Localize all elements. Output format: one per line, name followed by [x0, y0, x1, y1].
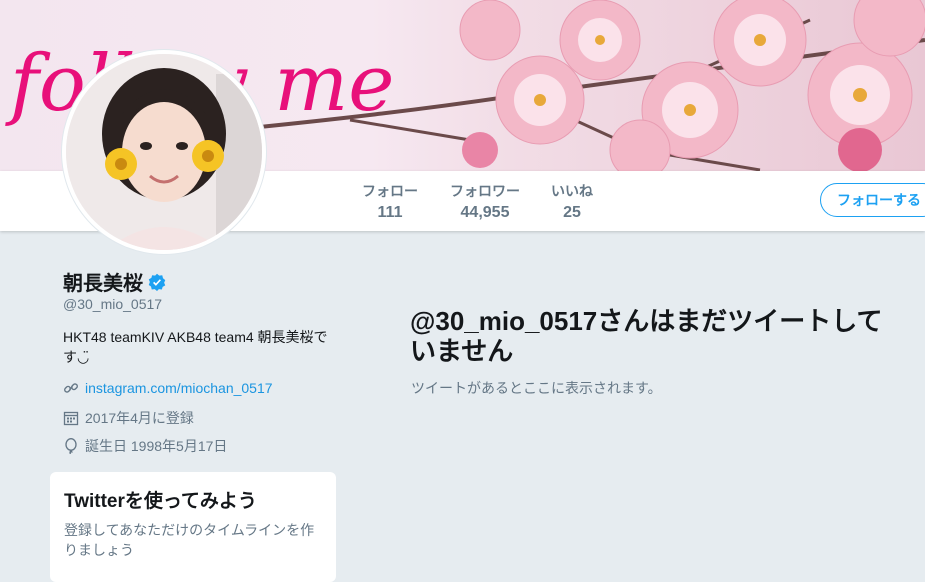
empty-timeline-title: @30_mio_0517さんはまだツイートしていません: [410, 306, 883, 366]
profile-birthday: 誕生日 1998年5月17日: [85, 438, 228, 454]
profile-name-row: 朝長美桜: [63, 267, 166, 296]
avatar[interactable]: [62, 50, 266, 254]
profile-handle: @30_mio_0517: [63, 296, 163, 312]
profile-bio: HKT48 teamKIV AKB48 team4 朝長美桜です◡̈: [63, 329, 328, 365]
balloon-icon: [65, 438, 77, 454]
profile-joined: 2017年4月に登録: [85, 410, 194, 426]
signup-card: Twitterを使ってみよう 登録してあなただけのタイムラインを作りましょう: [50, 472, 336, 582]
stat-following-value: 111: [377, 204, 403, 221]
profile-name: 朝長美桜: [63, 273, 143, 295]
profile-joined-row: 2017年4月に登録: [63, 408, 194, 428]
signup-card-title: Twitterを使ってみよう: [64, 491, 257, 512]
signup-card-text: 登録してあなただけのタイムラインを作りましょう: [64, 522, 315, 558]
link-icon: [64, 383, 78, 393]
calendar-icon: [63, 411, 79, 426]
follow-button[interactable]: フォローする: [820, 183, 925, 217]
avatar-photo: [66, 54, 262, 250]
stat-likes-label: いいね: [551, 183, 593, 199]
stat-followers-label: フォロワー: [450, 183, 520, 199]
stat-likes[interactable]: いいね 25: [551, 181, 593, 222]
stat-followers[interactable]: フォロワー 44,955: [450, 181, 520, 222]
profile-birthday-row: 誕生日 1998年5月17日: [63, 436, 227, 456]
verified-badge-icon: [148, 273, 166, 291]
stat-followers-value: 44,955: [460, 204, 510, 221]
profile-link-row[interactable]: instagram.com/miochan_0517: [63, 380, 273, 396]
empty-timeline-subtitle: ツイートがあるとここに表示されます。: [411, 380, 662, 396]
stat-following-label: フォロー: [362, 183, 418, 199]
stat-likes-value: 25: [563, 204, 581, 221]
stat-following[interactable]: フォロー 111: [362, 181, 418, 222]
profile-link[interactable]: instagram.com/miochan_0517: [85, 380, 273, 396]
